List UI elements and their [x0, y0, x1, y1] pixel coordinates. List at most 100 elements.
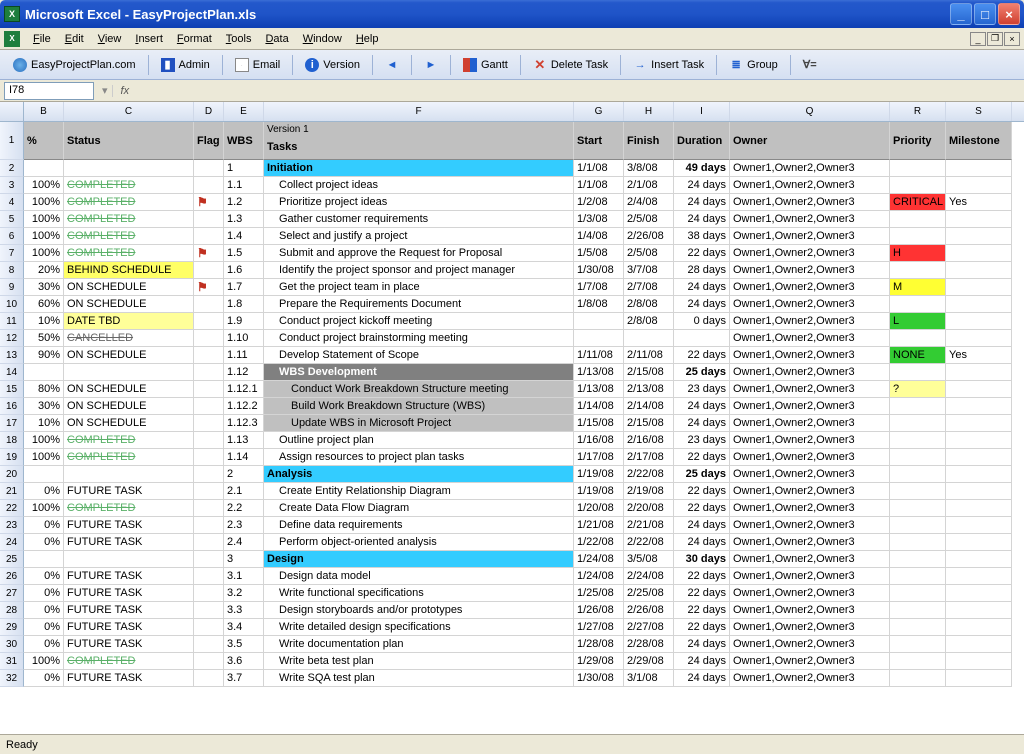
cell-F-29[interactable]: Write detailed design specifications	[264, 619, 574, 636]
cell-H-25[interactable]: 3/5/08	[624, 551, 674, 568]
cell-F-22[interactable]: Create Data Flow Diagram	[264, 500, 574, 517]
cell-I-22[interactable]: 22 days	[674, 500, 730, 517]
cell-I-31[interactable]: 24 days	[674, 653, 730, 670]
cell-B-9[interactable]: 30%	[24, 279, 64, 296]
cell-F-31[interactable]: Write beta test plan	[264, 653, 574, 670]
cell-B-28[interactable]: 0%	[24, 602, 64, 619]
cell-H-31[interactable]: 2/29/08	[624, 653, 674, 670]
namebox-dropdown-icon[interactable]: ▾	[98, 84, 112, 97]
cell-G-16[interactable]: 1/14/08	[574, 398, 624, 415]
cell-Q-23[interactable]: Owner1,Owner2,Owner3	[730, 517, 890, 534]
cell-S-7[interactable]	[946, 245, 1012, 262]
cell-H-3[interactable]: 2/1/08	[624, 177, 674, 194]
cell-Q-13[interactable]: Owner1,Owner2,Owner3	[730, 347, 890, 364]
cell-C-13[interactable]: ON SCHEDULE	[64, 347, 194, 364]
row-header-31[interactable]: 31	[0, 653, 24, 670]
cell-I-3[interactable]: 24 days	[674, 177, 730, 194]
spreadsheet-grid[interactable]: BCDEFGHIQRS 1%StatusFlagWBSVersion 1Task…	[0, 102, 1024, 734]
cell-I-26[interactable]: 22 days	[674, 568, 730, 585]
cell-F-2[interactable]: Initiation	[264, 160, 574, 177]
cell-G-11[interactable]	[574, 313, 624, 330]
cell-C-20[interactable]	[64, 466, 194, 483]
cell-S-29[interactable]	[946, 619, 1012, 636]
cell-F-15[interactable]: Conduct Work Breakdown Structure meeting	[264, 381, 574, 398]
row-header-17[interactable]: 17	[0, 415, 24, 432]
cell-S-22[interactable]	[946, 500, 1012, 517]
cell-F-4[interactable]: Prioritize project ideas	[264, 194, 574, 211]
cell-Q-7[interactable]: Owner1,Owner2,Owner3	[730, 245, 890, 262]
column-header-R[interactable]: R	[890, 102, 946, 121]
cell-E-7[interactable]: 1.5	[224, 245, 264, 262]
cell-D-4[interactable]: ⚑	[194, 194, 224, 211]
cell-G-2[interactable]: 1/1/08	[574, 160, 624, 177]
cell-Q-17[interactable]: Owner1,Owner2,Owner3	[730, 415, 890, 432]
window-close-button[interactable]: ×	[998, 3, 1020, 25]
cell-D-30[interactable]	[194, 636, 224, 653]
cell-G-24[interactable]: 1/22/08	[574, 534, 624, 551]
cell-D-20[interactable]	[194, 466, 224, 483]
row-header-2[interactable]: 2	[0, 160, 24, 177]
cell-R-15[interactable]: ?	[890, 381, 946, 398]
cell-B-31[interactable]: 100%	[24, 653, 64, 670]
cell-Q-2[interactable]: Owner1,Owner2,Owner3	[730, 160, 890, 177]
row-header-18[interactable]: 18	[0, 432, 24, 449]
cell-C-10[interactable]: ON SCHEDULE	[64, 296, 194, 313]
cell-S-12[interactable]	[946, 330, 1012, 347]
row-header-9[interactable]: 9	[0, 279, 24, 296]
cell-B-24[interactable]: 0%	[24, 534, 64, 551]
cell-H-5[interactable]: 2/5/08	[624, 211, 674, 228]
cell-D-28[interactable]	[194, 602, 224, 619]
cell-C-8[interactable]: BEHIND SCHEDULE	[64, 262, 194, 279]
cell-B-26[interactable]: 0%	[24, 568, 64, 585]
cell-F-3[interactable]: Collect project ideas	[264, 177, 574, 194]
cell-E-9[interactable]: 1.7	[224, 279, 264, 296]
cell-F-16[interactable]: Build Work Breakdown Structure (WBS)	[264, 398, 574, 415]
select-all-corner[interactable]	[0, 102, 24, 121]
cell-I-19[interactable]: 22 days	[674, 449, 730, 466]
cell-E-18[interactable]: 1.13	[224, 432, 264, 449]
cell-D-27[interactable]	[194, 585, 224, 602]
row-header-7[interactable]: 7	[0, 245, 24, 262]
prev-button[interactable]: ◄	[378, 54, 406, 76]
cell-H-14[interactable]: 2/15/08	[624, 364, 674, 381]
cell-E-14[interactable]: 1.12	[224, 364, 264, 381]
cell-G-25[interactable]: 1/24/08	[574, 551, 624, 568]
cell-E-3[interactable]: 1.1	[224, 177, 264, 194]
cell-R-5[interactable]	[890, 211, 946, 228]
cell-F-14[interactable]: WBS Development	[264, 364, 574, 381]
cell-I-24[interactable]: 24 days	[674, 534, 730, 551]
cell-H-29[interactable]: 2/27/08	[624, 619, 674, 636]
column-header-F[interactable]: F	[264, 102, 574, 121]
cell-D-6[interactable]	[194, 228, 224, 245]
cell-F-27[interactable]: Write functional specifications	[264, 585, 574, 602]
cell-D-26[interactable]	[194, 568, 224, 585]
cell-I-20[interactable]: 25 days	[674, 466, 730, 483]
cell-G-31[interactable]: 1/29/08	[574, 653, 624, 670]
column-header-C[interactable]: C	[64, 102, 194, 121]
cell-D-3[interactable]	[194, 177, 224, 194]
cell-Q-20[interactable]: Owner1,Owner2,Owner3	[730, 466, 890, 483]
menu-help[interactable]: Help	[349, 31, 386, 47]
cell-H-6[interactable]: 2/26/08	[624, 228, 674, 245]
cell-R-17[interactable]	[890, 415, 946, 432]
row-header-19[interactable]: 19	[0, 449, 24, 466]
cell-H-15[interactable]: 2/13/08	[624, 381, 674, 398]
cell-H-20[interactable]: 2/22/08	[624, 466, 674, 483]
cell-E-2[interactable]: 1	[224, 160, 264, 177]
cell-B-8[interactable]: 20%	[24, 262, 64, 279]
cell-E-20[interactable]: 2	[224, 466, 264, 483]
cell-H-2[interactable]: 3/8/08	[624, 160, 674, 177]
cell-D-23[interactable]	[194, 517, 224, 534]
cell-Q-16[interactable]: Owner1,Owner2,Owner3	[730, 398, 890, 415]
cell-I-6[interactable]: 38 days	[674, 228, 730, 245]
cell-G-30[interactable]: 1/28/08	[574, 636, 624, 653]
cell-C-26[interactable]: FUTURE TASK	[64, 568, 194, 585]
column-header-D[interactable]: D	[194, 102, 224, 121]
cell-C-4[interactable]: COMPLETED	[64, 194, 194, 211]
cell-I-2[interactable]: 49 days	[674, 160, 730, 177]
cell-D-18[interactable]	[194, 432, 224, 449]
cell-R-13[interactable]: NONE	[890, 347, 946, 364]
mdi-close-button[interactable]: ×	[1004, 32, 1020, 46]
column-header-E[interactable]: E	[224, 102, 264, 121]
cell-I-25[interactable]: 30 days	[674, 551, 730, 568]
